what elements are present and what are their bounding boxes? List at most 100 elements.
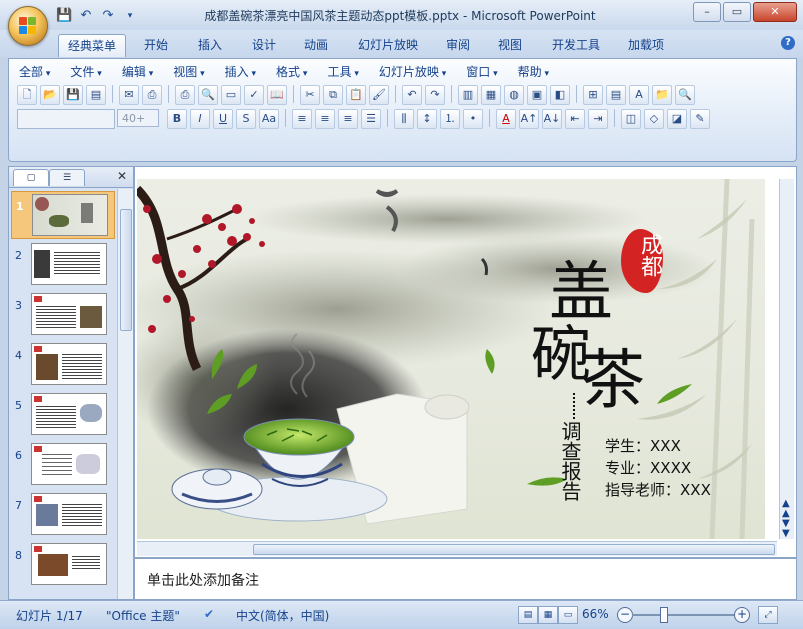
columns-icon[interactable]: ⫼ [394,109,414,129]
undo-icon[interactable]: ↶ [78,8,94,24]
menu-view[interactable]: 视图 [173,63,204,81]
menu-format[interactable]: 格式 [276,63,307,81]
spelling-check-icon[interactable]: ✔ [204,607,214,621]
menu-file[interactable]: 文件 [70,63,101,81]
slide-horizontal-scrollbar[interactable] [137,541,777,556]
slide-thumbnail[interactable]: 2 [11,241,113,287]
zoom-in-icon[interactable]: + [734,607,750,623]
close-button[interactable]: ✕ [753,2,797,22]
zoom-level[interactable]: 66% [582,607,609,621]
slide-thumbnail[interactable]: 4 [11,341,113,387]
increase-indent-icon[interactable]: ⇥ [588,109,608,129]
tab-outline[interactable]: ☰ [49,169,85,186]
tab-developer[interactable]: 开发工具 [546,34,606,56]
underline-icon[interactable]: U [213,109,233,129]
grow-font-icon[interactable]: A↑ [519,109,539,129]
arrange-icon[interactable]: ◫ [621,109,641,129]
print-preview-icon[interactable]: 🔍 [198,85,218,105]
font-name-input[interactable] [17,109,115,129]
font-color-icon[interactable]: A [496,109,516,129]
normal-view-icon[interactable]: ▤ [518,606,538,624]
align-left-icon[interactable]: ≡ [292,109,312,129]
shapes-icon[interactable]: ◇ [644,109,664,129]
tab-slides[interactable]: ▢ [13,169,49,186]
email-icon[interactable]: ⎙ [142,85,162,105]
align-right-icon[interactable]: ≡ [338,109,358,129]
decrease-indent-icon[interactable]: ⇤ [565,109,585,129]
zoom-out-icon[interactable]: − [617,607,633,623]
bold-icon[interactable]: B [167,109,187,129]
new-icon[interactable]: 🗋 [17,85,37,105]
table-icon[interactable]: ▦ [481,85,501,105]
shape-outline-icon[interactable]: ✎ [690,109,710,129]
layout-icon[interactable]: ▤ [606,85,626,105]
slide-vertical-scrollbar[interactable]: ▲ ▲ ▼ ▼ [779,179,794,539]
customize-qat-icon[interactable]: ▾ [122,8,138,24]
slide-thumbnail[interactable]: 1 [11,191,115,239]
menu-edit[interactable]: 编辑 [122,63,153,81]
slide-thumbnail[interactable]: 5 [11,391,113,437]
zoom-slider-thumb[interactable] [660,607,668,623]
copy-icon[interactable]: ⧉ [323,85,343,105]
undo-icon[interactable]: ↶ [402,85,422,105]
format-painter-icon[interactable]: 🖌 [369,85,389,105]
color-grayscale-icon[interactable]: ◧ [550,85,570,105]
slide-icon[interactable]: ▭ [221,85,241,105]
slide-thumbnail[interactable]: 8 [11,541,113,587]
slide-thumbnail[interactable]: 7 [11,491,113,537]
zoom-slider[interactable] [632,614,738,616]
spelling-icon[interactable]: ✓ [244,85,264,105]
strikethrough-icon[interactable]: S [236,109,256,129]
menu-window[interactable]: 窗口 [466,63,497,81]
bullets-icon[interactable]: • [463,109,483,129]
picture-icon[interactable]: ▣ [527,85,547,105]
tab-classic-menu[interactable]: 经典菜单 [58,34,126,57]
chart-icon[interactable]: ▥ [458,85,478,105]
redo-icon[interactable]: ↷ [100,8,116,24]
tab-addins[interactable]: 加载项 [620,34,672,56]
italic-icon[interactable]: I [190,109,210,129]
numbering-icon[interactable]: ⒈ [440,109,460,129]
scrollbar-thumb[interactable] [253,544,775,555]
line-spacing-icon[interactable]: ↕ [417,109,437,129]
menu-tools[interactable]: 工具 [327,63,358,81]
fit-to-window-icon[interactable]: ⤢ [758,606,778,624]
pdf-icon[interactable]: ▤ [86,85,106,105]
zoom-icon[interactable]: 🔍 [675,85,695,105]
help-icon[interactable]: ? [781,36,795,50]
tab-slideshow[interactable]: 幻灯片放映 [352,34,424,56]
slide-sorter-icon[interactable]: ▦ [538,606,558,624]
paste-icon[interactable]: 📋 [346,85,366,105]
slideshow-view-icon[interactable]: ▭ [558,606,578,624]
open-icon[interactable]: 📂 [40,85,60,105]
new-slide-icon[interactable]: ⊞ [583,85,603,105]
slide-thumbnail[interactable]: 6 [11,441,113,487]
tab-insert[interactable]: 插入 [190,34,230,56]
menu-insert[interactable]: 插入 [225,63,256,81]
print-icon[interactable]: ⎙ [175,85,195,105]
change-case-icon[interactable]: Aa [259,109,279,129]
scrollbar-thumb[interactable] [120,209,132,331]
folder-icon[interactable]: 📁 [652,85,672,105]
minimize-button[interactable]: – [693,2,721,22]
maximize-button[interactable]: ▭ [723,2,751,22]
tab-animation[interactable]: 动画 [296,34,336,56]
research-icon[interactable]: 📖 [267,85,287,105]
tab-view[interactable]: 视图 [490,34,530,56]
menu-all[interactable]: 全部 [19,63,50,81]
shrink-font-icon[interactable]: A↓ [542,109,562,129]
thumbnails-scrollbar[interactable] [117,189,133,599]
next-slide-icon[interactable]: ▼ ▼ [782,519,790,539]
textbox-icon[interactable]: A [629,85,649,105]
clipart-icon[interactable]: ◍ [504,85,524,105]
tab-home[interactable]: 开始 [136,34,176,56]
office-button[interactable] [8,6,48,46]
align-center-icon[interactable]: ≡ [315,109,335,129]
prev-slide-icon[interactable]: ▲ ▲ [782,499,790,519]
current-slide[interactable]: 成都 盖 碗 茶 调查报告 学生：XXX 专业：XXXX 指导老师：XXX [137,179,765,539]
tab-design[interactable]: 设计 [244,34,284,56]
menu-help[interactable]: 帮助 [518,63,549,81]
font-size-input[interactable]: 40+ [117,109,159,127]
save-icon[interactable]: 💾 [56,8,72,24]
notes-pane[interactable]: 单击此处添加备注 [134,558,797,600]
